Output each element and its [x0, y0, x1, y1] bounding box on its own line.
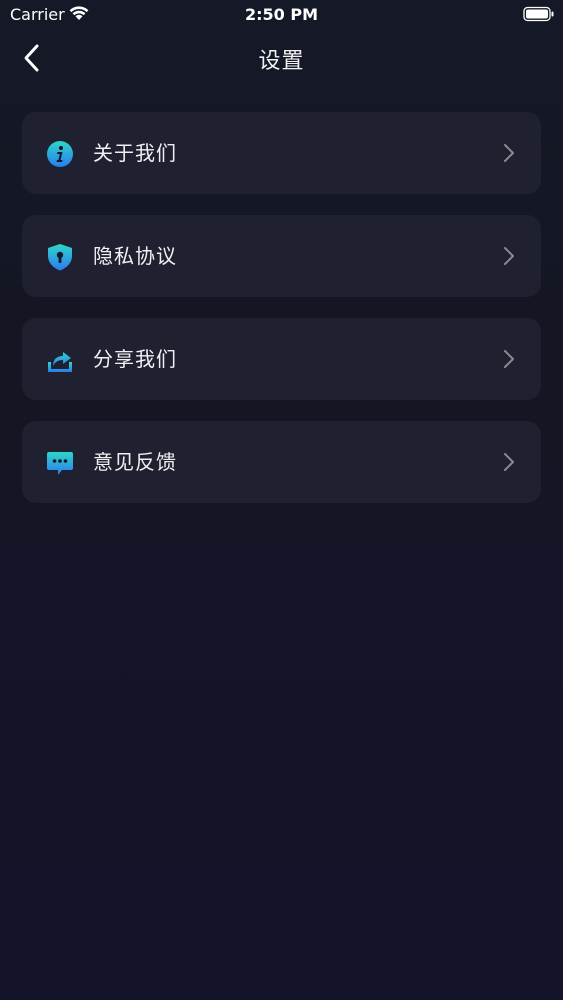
chevron-right-icon	[503, 349, 515, 369]
menu-item-label: 关于我们	[93, 141, 177, 165]
clock-time: 2:50 PM	[244, 5, 318, 24]
menu-item-label: 隐私协议	[93, 244, 177, 268]
menu-item-feedback[interactable]: 意见反馈	[22, 421, 541, 503]
chevron-right-icon	[503, 452, 515, 472]
battery-icon	[523, 6, 555, 26]
navigation-bar: 设置	[0, 30, 563, 86]
share-icon	[46, 346, 74, 374]
menu-item-share-us[interactable]: 分享我们	[22, 318, 541, 400]
page-title: 设置	[258, 49, 305, 74]
chevron-right-icon	[503, 246, 515, 266]
feedback-chat-icon	[46, 449, 74, 477]
menu-item-about-us[interactable]: 关于我们	[22, 112, 541, 194]
menu-item-privacy-policy[interactable]: 隐私协议	[22, 215, 541, 297]
info-icon	[46, 140, 74, 168]
shield-lock-icon	[46, 243, 74, 271]
menu-item-label: 分享我们	[93, 347, 177, 371]
chevron-right-icon	[503, 143, 515, 163]
settings-menu-list: 关于我们 隐私协议 分享我们 意见反馈	[22, 112, 541, 524]
status-bar: Carrier 2:50 PM	[0, 0, 563, 30]
menu-item-label: 意见反馈	[93, 450, 177, 474]
